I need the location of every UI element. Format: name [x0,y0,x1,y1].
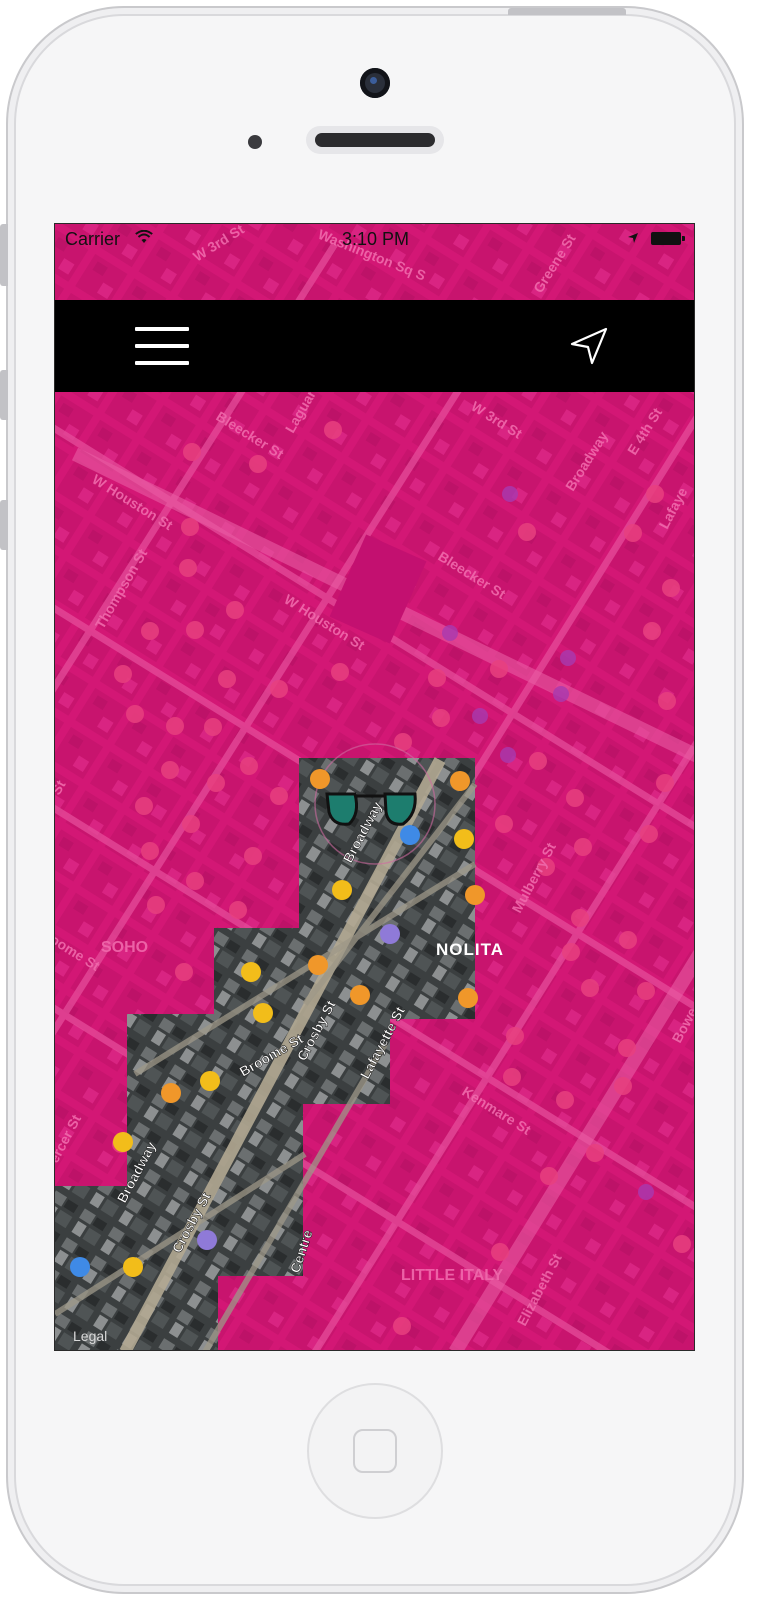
proximity-sensor [248,135,262,149]
home-square-icon [353,1429,397,1473]
legal-link[interactable]: Legal [73,1328,107,1344]
volume-down-button [0,500,8,550]
location-services-icon [628,233,638,243]
front-camera [360,68,390,98]
navigation-bar [55,300,694,392]
navigation-arrow-icon[interactable] [568,326,610,368]
map-view[interactable]: W 3rd St Washington Sq S Greene St Lagua… [55,224,695,1351]
power-button [508,8,626,15]
neighborhood-label-soho: SOHO [101,939,148,956]
neighborhood-label-little-italy: LITTLE ITALY [401,1267,504,1284]
hamburger-menu-icon[interactable] [133,324,193,368]
earpiece-speaker [306,126,444,154]
app-screen: W 3rd St Washington Sq S Greene St Lagua… [54,223,695,1351]
neighborhood-label-nolita: NOLITA [436,940,504,959]
status-bar: Carrier 3:10 PM [55,224,694,254]
battery-icon [651,232,685,245]
mute-switch [0,224,8,286]
volume-up-button [0,370,8,420]
home-button[interactable] [307,1383,443,1519]
status-time: 3:10 PM [341,229,410,249]
